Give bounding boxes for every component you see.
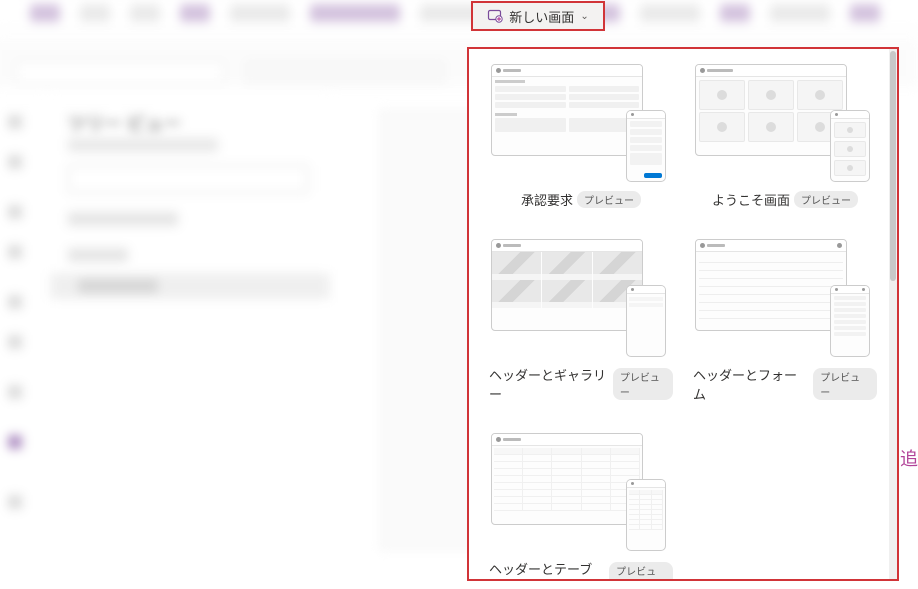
- template-thumb: [491, 239, 671, 357]
- template-header-table[interactable]: ヘッダーとテーブル プレビュー: [489, 433, 673, 581]
- template-approval[interactable]: 承認要求 プレビュー: [489, 64, 673, 209]
- template-thumb: [491, 433, 671, 551]
- new-screen-dropdown: 承認要求 プレビュー: [467, 47, 899, 581]
- new-screen-button[interactable]: 新しい画面 ⌄: [471, 1, 605, 31]
- chevron-down-icon: ⌄: [580, 11, 588, 22]
- template-welcome[interactable]: ようこそ画面 プレビュー: [693, 64, 877, 209]
- preview-badge: プレビュー: [577, 191, 641, 208]
- preview-badge: プレビュー: [794, 191, 858, 208]
- template-thumb: [695, 239, 875, 357]
- template-label: ヘッダーとギャラリー: [489, 365, 609, 403]
- preview-badge: プレビュー: [813, 368, 877, 400]
- preview-badge: プレビュー: [609, 562, 673, 581]
- template-label: ヘッダーとフォーム: [693, 365, 809, 403]
- template-header-gallery[interactable]: ヘッダーとギャラリー プレビュー: [489, 239, 673, 403]
- tree-view-title: ツリー ビュー: [68, 110, 181, 136]
- template-label: ようこそ画面: [712, 190, 790, 209]
- new-screen-label: 新しい画面: [509, 7, 574, 26]
- preview-badge: プレビュー: [613, 368, 673, 400]
- template-label: 承認要求: [521, 190, 573, 209]
- scrollbar-thumb[interactable]: [890, 51, 896, 281]
- template-thumb: [491, 64, 671, 182]
- template-thumb: [695, 64, 875, 182]
- scrollbar-track[interactable]: [889, 49, 897, 579]
- new-screen-icon: [487, 8, 503, 24]
- template-label: ヘッダーとテーブル: [489, 559, 605, 581]
- template-header-form[interactable]: ヘッダーとフォーム プレビュー: [693, 239, 877, 403]
- side-text: 追: [900, 445, 918, 471]
